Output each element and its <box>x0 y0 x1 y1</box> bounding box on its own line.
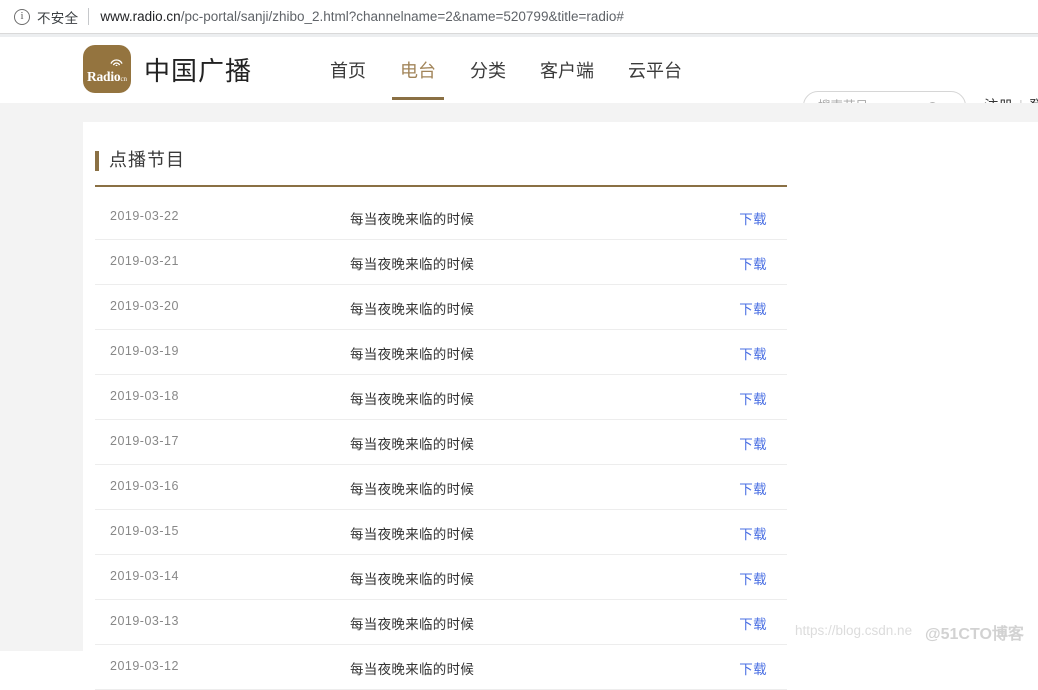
download-link[interactable]: 下载 <box>739 433 767 453</box>
row-title: 每当夜晚来临的时候 <box>350 662 475 677</box>
row-title: 每当夜晚来临的时候 <box>350 347 475 362</box>
row-title: 每当夜晚来临的时候 <box>350 392 475 407</box>
download-link[interactable]: 下载 <box>739 298 767 318</box>
row-date: 2019-03-17 <box>110 434 179 448</box>
row-title: 每当夜晚来临的时候 <box>350 437 475 452</box>
brand-name: 中国广播 <box>144 55 253 86</box>
account-links: 注册|登 <box>984 95 1038 103</box>
logo-wordmark: Radiocn <box>83 70 131 84</box>
row-date: 2019-03-13 <box>110 614 179 628</box>
url-bar-divider <box>88 8 90 25</box>
table-row: 2019-03-22 每当夜晚来临的时候 下载 <box>95 195 787 240</box>
nav-item-home[interactable]: 首页 <box>313 37 383 103</box>
radio-cn-logo-icon: Radiocn <box>83 45 131 93</box>
page-title: 点播节目 <box>109 150 185 170</box>
row-date: 2019-03-18 <box>110 389 179 403</box>
search-input[interactable] <box>804 93 922 103</box>
section-header: 点播节目 <box>95 149 795 195</box>
row-title: 每当夜晚来临的时候 <box>350 527 475 542</box>
table-row: 2019-03-14 每当夜晚来临的时候 下载 <box>95 555 787 600</box>
download-link[interactable]: 下载 <box>739 523 767 543</box>
row-date: 2019-03-19 <box>110 344 179 358</box>
row-title: 每当夜晚来临的时候 <box>350 572 475 587</box>
table-row: 2019-03-20 每当夜晚来临的时候 下载 <box>95 285 787 330</box>
row-date: 2019-03-14 <box>110 569 179 583</box>
row-title: 每当夜晚来临的时候 <box>350 212 475 227</box>
nav-item-category[interactable]: 分类 <box>453 37 523 103</box>
row-date: 2019-03-22 <box>110 209 179 223</box>
row-date: 2019-03-15 <box>110 524 179 538</box>
download-link[interactable]: 下载 <box>739 568 767 588</box>
security-status-label: 不安全 <box>37 10 79 26</box>
site-header: Radiocn 中国广播 首页 电台 分类 客户端 云平台 注册|登 <box>0 37 1038 103</box>
logo-word-sub: cn <box>120 75 128 83</box>
download-link[interactable]: 下载 <box>739 253 767 273</box>
download-link[interactable]: 下载 <box>739 208 767 228</box>
download-link[interactable]: 下载 <box>739 343 767 363</box>
row-title: 每当夜晚来临的时候 <box>350 302 475 317</box>
row-date: 2019-03-20 <box>110 299 179 313</box>
table-row: 2019-03-16 每当夜晚来临的时候 下载 <box>95 465 787 510</box>
download-link[interactable]: 下载 <box>739 478 767 498</box>
table-row: 2019-03-17 每当夜晚来临的时候 下载 <box>95 420 787 465</box>
row-date: 2019-03-21 <box>110 254 179 268</box>
program-list: 2019-03-22 每当夜晚来临的时候 下载 2019-03-21 每当夜晚来临的时候… <box>95 195 787 690</box>
url-path: /pc-portal/sanji/zhibo_2.html?channelnam… <box>180 9 624 24</box>
section-divider <box>95 185 787 187</box>
table-row: 2019-03-21 每当夜晚来临的时候 下载 <box>95 240 787 285</box>
table-row: 2019-03-13 每当夜晚来临的时候 下载 <box>95 600 787 645</box>
row-title: 每当夜晚来临的时候 <box>350 617 475 632</box>
content-card: 点播节目 2019-03-22 每当夜晚来临的时候 下载 2019-03-21 每当夜晚… <box>83 122 1038 690</box>
page-background: 点播节目 2019-03-22 每当夜晚来临的时候 下载 2019-03-21 每当夜晚… <box>0 103 1038 690</box>
url-text: www.radio.cn/pc-portal/sanji/zhibo_2.htm… <box>100 9 623 24</box>
section-accent-bar <box>95 151 99 171</box>
table-row: 2019-03-12 每当夜晚来临的时候 下载 <box>95 645 787 690</box>
main-navigation: 首页 电台 分类 客户端 云平台 <box>313 37 699 103</box>
nav-item-cloud-platform[interactable]: 云平台 <box>611 37 699 103</box>
info-circle-icon[interactable]: i <box>14 8 30 25</box>
table-row: 2019-03-18 每当夜晚来临的时候 下载 <box>95 375 787 420</box>
download-link[interactable]: 下载 <box>739 613 767 633</box>
download-link[interactable]: 下载 <box>739 658 767 678</box>
download-link[interactable]: 下载 <box>739 388 767 408</box>
url-host: www.radio.cn <box>100 9 181 24</box>
brand-logo-area[interactable]: Radiocn 中国广播 <box>83 45 252 93</box>
nav-item-client[interactable]: 客户端 <box>523 37 611 103</box>
signal-wave-icon <box>110 59 123 66</box>
nav-item-radio[interactable]: 电台 <box>383 37 453 103</box>
row-date: 2019-03-12 <box>110 659 179 673</box>
logo-word-main: Radio <box>86 69 121 84</box>
row-date: 2019-03-16 <box>110 479 179 493</box>
search-box[interactable] <box>803 91 966 103</box>
row-title: 每当夜晚来临的时候 <box>350 257 475 272</box>
table-row: 2019-03-15 每当夜晚来临的时候 下载 <box>95 510 787 555</box>
browser-url-bar[interactable]: i 不安全 www.radio.cn/pc-portal/sanji/zhibo… <box>0 0 1038 34</box>
table-row: 2019-03-19 每当夜晚来临的时候 下载 <box>95 330 787 375</box>
row-title: 每当夜晚来临的时候 <box>350 482 475 497</box>
